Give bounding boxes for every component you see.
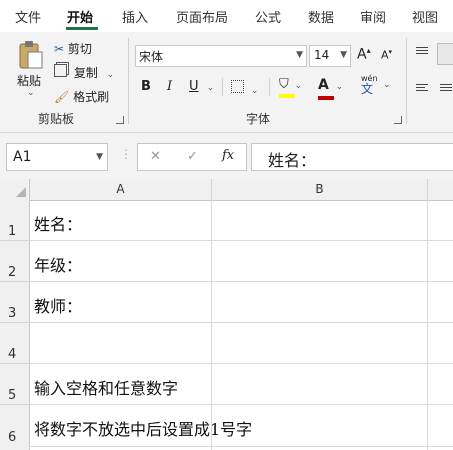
font-size-value: 14	[314, 48, 330, 62]
align-center-icon[interactable]	[440, 82, 452, 93]
tab-page-layout[interactable]: 页面布局	[176, 7, 228, 26]
formula-input-value: 姓名：	[268, 151, 317, 170]
chevron-down-icon: ⌄	[294, 81, 303, 91]
fill-color-button[interactable]: ⛉ ⌄	[279, 77, 303, 98]
font-color-label: A	[318, 77, 329, 93]
cut-button[interactable]: ✂ 剪切	[54, 40, 92, 57]
gridline	[211, 200, 212, 450]
row-header-5[interactable]: 5	[0, 364, 30, 405]
shrink-font-label: A	[381, 48, 389, 62]
tab-insert[interactable]: 插入	[122, 7, 148, 26]
gridline	[29, 363, 453, 364]
gridline	[29, 446, 453, 447]
shrink-font-button[interactable]: A▾	[381, 48, 392, 62]
phonetic-char: 文	[361, 82, 374, 96]
chevron-down-icon: ⌄	[206, 83, 215, 93]
chevron-down-icon: ⌄	[335, 82, 344, 92]
select-all-corner[interactable]	[0, 179, 30, 201]
scissors-icon: ✂	[54, 42, 65, 56]
tab-home[interactable]: 开始	[67, 7, 93, 26]
chevron-down-icon: ▼	[296, 50, 303, 60]
brush-icon: 🖌	[54, 90, 70, 104]
row-header-2[interactable]: 2	[0, 241, 30, 282]
chevron-down-icon: ⌄	[383, 80, 391, 90]
chevron-down-icon: ⌄	[27, 88, 35, 98]
formula-buttons: ✕ ✓ fx	[137, 143, 247, 171]
tab-view[interactable]: 视图	[412, 7, 438, 26]
format-painter-button[interactable]: 🖌 格式刷	[54, 88, 109, 105]
row-header-3[interactable]: 3	[0, 282, 30, 323]
gridline	[29, 240, 453, 241]
cell-a2[interactable]: 年级：	[34, 252, 82, 276]
format-painter-label: 格式刷	[73, 90, 110, 104]
font-size-select[interactable]: 14 ▼	[309, 45, 351, 67]
cancel-icon[interactable]: ✕	[150, 149, 161, 164]
font-group-label: 字体	[246, 112, 271, 126]
row-header-1[interactable]: 1	[0, 200, 30, 241]
menu-bar: 文件 开始 插入 页面布局 公式 数据 审阅 视图	[0, 0, 453, 32]
paste-button[interactable]: 粘贴 ⌄	[14, 38, 48, 100]
tab-formulas[interactable]: 公式	[255, 7, 281, 26]
name-box[interactable]: A1 ▼	[6, 143, 108, 171]
borders-button[interactable]: ⌄	[231, 80, 258, 96]
chevron-down-icon: ⌄	[106, 70, 115, 80]
clipboard-dialog-launcher-icon[interactable]	[116, 116, 124, 124]
fill-color-swatch	[279, 94, 295, 98]
name-box-value: A1	[13, 149, 32, 165]
clipboard-group-label: 剪贴板	[38, 112, 75, 126]
insert-function-icon[interactable]: fx	[222, 148, 234, 163]
border-icon	[231, 80, 244, 93]
paste-icon	[19, 41, 43, 69]
align-top-icon[interactable]	[416, 45, 428, 56]
chevron-down-icon: ▼	[340, 50, 347, 60]
column-header-a[interactable]: A	[30, 179, 212, 201]
group-separator	[406, 38, 407, 124]
font-color-swatch	[318, 96, 334, 100]
align-left-icon[interactable]	[416, 82, 428, 93]
tab-data[interactable]: 数据	[308, 7, 334, 26]
grip-dots-icon: ⋮	[120, 147, 132, 161]
chevron-down-icon: ▼	[96, 152, 103, 162]
italic-button[interactable]: I	[167, 79, 172, 94]
row-header-6[interactable]: 6	[0, 405, 30, 450]
underline-button[interactable]: U ⌄	[189, 79, 214, 94]
grow-font-button[interactable]: A▴	[357, 46, 371, 63]
formula-input[interactable]: 姓名：	[251, 143, 453, 171]
phonetic-button[interactable]: wén 文 ⌄	[361, 74, 391, 96]
cell-a1[interactable]: 姓名：	[34, 211, 82, 235]
enter-icon[interactable]: ✓	[187, 149, 198, 164]
bold-button[interactable]: B	[141, 79, 151, 94]
active-tab-indicator	[66, 27, 98, 30]
gridline	[29, 281, 453, 282]
align-middle-button[interactable]	[437, 43, 453, 65]
copy-button[interactable]: 复制 ⌄	[54, 64, 114, 81]
copy-icon	[54, 64, 67, 77]
corner-triangle-icon	[16, 187, 26, 197]
paste-label: 粘贴	[17, 74, 42, 88]
copy-label: 复制	[73, 66, 98, 80]
gridline	[427, 200, 428, 450]
chevron-down-icon: ⌄	[250, 86, 259, 96]
column-header-c[interactable]	[428, 179, 453, 201]
font-dialog-launcher-icon[interactable]	[394, 116, 402, 124]
tab-file[interactable]: 文件	[15, 7, 41, 26]
cell-a6[interactable]: 将数字不放选中后设置成1号字	[34, 416, 252, 440]
column-header-b[interactable]: B	[212, 179, 428, 201]
underline-label: U	[189, 79, 199, 94]
cut-label: 剪切	[67, 42, 92, 56]
cell-a3[interactable]: 教师：	[34, 293, 82, 317]
paint-bucket-icon: ⛉	[279, 77, 289, 92]
cell-a5[interactable]: 输入空格和任意数字	[34, 375, 178, 399]
gridline	[29, 322, 453, 323]
font-name-select[interactable]: 宋体 ▼	[135, 45, 307, 67]
font-color-button[interactable]: A ⌄	[318, 77, 344, 100]
row-header-4[interactable]: 4	[0, 323, 30, 364]
divider	[222, 78, 223, 96]
tab-review[interactable]: 审阅	[360, 7, 386, 26]
gridline	[29, 404, 453, 405]
group-separator	[128, 38, 129, 124]
divider	[269, 78, 270, 96]
font-name-value: 宋体	[139, 50, 164, 64]
grow-font-label: A	[357, 46, 367, 63]
